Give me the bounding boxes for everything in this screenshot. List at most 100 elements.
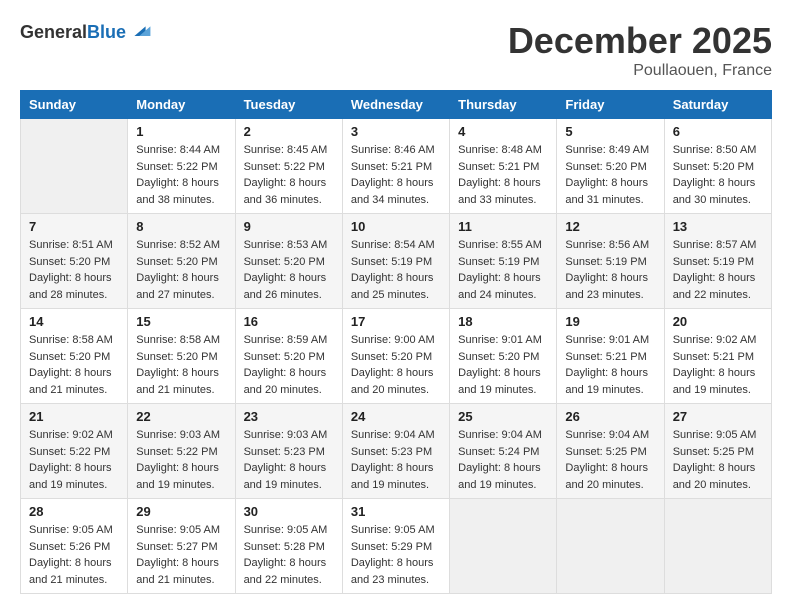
calendar-cell: 27Sunrise: 9:05 AMSunset: 5:25 PMDayligh… [664,404,771,499]
sunrise-text: Sunrise: 8:58 AM [136,332,226,349]
daylight-text: Daylight: 8 hours and 19 minutes. [673,365,763,398]
day-info: Sunrise: 8:46 AMSunset: 5:21 PMDaylight:… [351,142,441,208]
logo: GeneralBlue [20,20,152,44]
daylight-text: Daylight: 8 hours and 19 minutes. [351,460,441,493]
calendar-cell: 22Sunrise: 9:03 AMSunset: 5:22 PMDayligh… [128,404,235,499]
daylight-text: Daylight: 8 hours and 27 minutes. [136,270,226,303]
calendar-cell: 16Sunrise: 8:59 AMSunset: 5:20 PMDayligh… [235,309,342,404]
sunset-text: Sunset: 5:20 PM [565,159,655,176]
sunrise-text: Sunrise: 8:49 AM [565,142,655,159]
day-info: Sunrise: 8:52 AMSunset: 5:20 PMDaylight:… [136,237,226,303]
sunrise-text: Sunrise: 8:44 AM [136,142,226,159]
day-info: Sunrise: 9:04 AMSunset: 5:25 PMDaylight:… [565,427,655,493]
day-number: 6 [673,124,763,139]
day-number: 15 [136,314,226,329]
sunset-text: Sunset: 5:20 PM [351,349,441,366]
sunset-text: Sunset: 5:26 PM [29,539,119,556]
day-info: Sunrise: 9:00 AMSunset: 5:20 PMDaylight:… [351,332,441,398]
calendar-header-row: SundayMondayTuesdayWednesdayThursdayFrid… [21,91,772,119]
sunrise-text: Sunrise: 8:48 AM [458,142,548,159]
calendar-cell: 9Sunrise: 8:53 AMSunset: 5:20 PMDaylight… [235,214,342,309]
day-info: Sunrise: 8:54 AMSunset: 5:19 PMDaylight:… [351,237,441,303]
day-info: Sunrise: 9:05 AMSunset: 5:27 PMDaylight:… [136,522,226,588]
day-number: 11 [458,219,548,234]
sunset-text: Sunset: 5:21 PM [458,159,548,176]
calendar-cell: 13Sunrise: 8:57 AMSunset: 5:19 PMDayligh… [664,214,771,309]
sunset-text: Sunset: 5:27 PM [136,539,226,556]
daylight-text: Daylight: 8 hours and 20 minutes. [673,460,763,493]
sunset-text: Sunset: 5:23 PM [351,444,441,461]
day-info: Sunrise: 9:05 AMSunset: 5:28 PMDaylight:… [244,522,334,588]
day-info: Sunrise: 8:48 AMSunset: 5:21 PMDaylight:… [458,142,548,208]
sunset-text: Sunset: 5:22 PM [136,159,226,176]
daylight-text: Daylight: 8 hours and 19 minutes. [244,460,334,493]
daylight-text: Daylight: 8 hours and 21 minutes. [136,365,226,398]
day-info: Sunrise: 8:58 AMSunset: 5:20 PMDaylight:… [29,332,119,398]
day-number: 5 [565,124,655,139]
sunset-text: Sunset: 5:25 PM [673,444,763,461]
sunrise-text: Sunrise: 9:03 AM [136,427,226,444]
daylight-text: Daylight: 8 hours and 33 minutes. [458,175,548,208]
daylight-text: Daylight: 8 hours and 22 minutes. [673,270,763,303]
day-info: Sunrise: 8:55 AMSunset: 5:19 PMDaylight:… [458,237,548,303]
sunrise-text: Sunrise: 8:52 AM [136,237,226,254]
sunset-text: Sunset: 5:20 PM [673,159,763,176]
daylight-text: Daylight: 8 hours and 19 minutes. [565,365,655,398]
logo-icon [128,20,152,44]
daylight-text: Daylight: 8 hours and 30 minutes. [673,175,763,208]
daylight-text: Daylight: 8 hours and 20 minutes. [565,460,655,493]
day-number: 27 [673,409,763,424]
sunrise-text: Sunrise: 9:00 AM [351,332,441,349]
calendar-week-row: 1Sunrise: 8:44 AMSunset: 5:22 PMDaylight… [21,119,772,214]
daylight-text: Daylight: 8 hours and 34 minutes. [351,175,441,208]
daylight-text: Daylight: 8 hours and 26 minutes. [244,270,334,303]
day-number: 17 [351,314,441,329]
weekday-header: Wednesday [342,91,449,119]
weekday-header: Sunday [21,91,128,119]
sunset-text: Sunset: 5:19 PM [565,254,655,271]
calendar-week-row: 28Sunrise: 9:05 AMSunset: 5:26 PMDayligh… [21,499,772,594]
daylight-text: Daylight: 8 hours and 38 minutes. [136,175,226,208]
sunrise-text: Sunrise: 8:58 AM [29,332,119,349]
sunset-text: Sunset: 5:21 PM [351,159,441,176]
month-title: December 2025 [508,20,772,62]
sunset-text: Sunset: 5:24 PM [458,444,548,461]
calendar-week-row: 14Sunrise: 8:58 AMSunset: 5:20 PMDayligh… [21,309,772,404]
daylight-text: Daylight: 8 hours and 20 minutes. [351,365,441,398]
day-number: 22 [136,409,226,424]
weekday-header: Tuesday [235,91,342,119]
sunset-text: Sunset: 5:28 PM [244,539,334,556]
day-number: 24 [351,409,441,424]
sunset-text: Sunset: 5:21 PM [565,349,655,366]
day-info: Sunrise: 8:56 AMSunset: 5:19 PMDaylight:… [565,237,655,303]
day-number: 16 [244,314,334,329]
day-number: 31 [351,504,441,519]
sunset-text: Sunset: 5:20 PM [136,254,226,271]
day-number: 21 [29,409,119,424]
calendar-cell: 11 Sunrise: 8:55 AMSunset: 5:19 PMDayligh… [450,214,557,309]
calendar-cell: 7Sunrise: 8:51 AMSunset: 5:20 PMDaylight… [21,214,128,309]
day-number: 4 [458,124,548,139]
weekday-header: Thursday [450,91,557,119]
logo-general-text: GeneralBlue [20,22,126,43]
day-info: Sunrise: 8:49 AMSunset: 5:20 PMDaylight:… [565,142,655,208]
calendar-cell: 6 Sunrise: 8:50 AMSunset: 5:20 PMDaylight… [664,119,771,214]
sunrise-text: Sunrise: 9:01 AM [565,332,655,349]
day-number: 23 [244,409,334,424]
sunrise-text: Sunrise: 8:59 AM [244,332,334,349]
day-info: Sunrise: 8:51 AMSunset: 5:20 PMDaylight:… [29,237,119,303]
sunset-text: Sunset: 5:22 PM [244,159,334,176]
day-info: Sunrise: 8:58 AMSunset: 5:20 PMDaylight:… [136,332,226,398]
day-info: Sunrise: 8:50 AMSunset: 5:20 PMDaylight:… [673,142,763,208]
day-info: Sunrise: 8:45 AMSunset: 5:22 PMDaylight:… [244,142,334,208]
daylight-text: Daylight: 8 hours and 20 minutes. [244,365,334,398]
calendar-cell: 20Sunrise: 9:02 AMSunset: 5:21 PMDayligh… [664,309,771,404]
sunset-text: Sunset: 5:20 PM [244,254,334,271]
daylight-text: Daylight: 8 hours and 31 minutes. [565,175,655,208]
sunset-text: Sunset: 5:22 PM [136,444,226,461]
calendar-cell: 17 Sunrise: 9:00 AMSunset: 5:20 PMDayligh… [342,309,449,404]
sunrise-text: Sunrise: 8:55 AM [458,237,548,254]
calendar-cell: 15 Sunrise: 8:58 AMSunset: 5:20 PMDayligh… [128,309,235,404]
sunrise-text: Sunrise: 8:56 AM [565,237,655,254]
calendar-cell: 18Sunrise: 9:01 AMSunset: 5:20 PMDayligh… [450,309,557,404]
